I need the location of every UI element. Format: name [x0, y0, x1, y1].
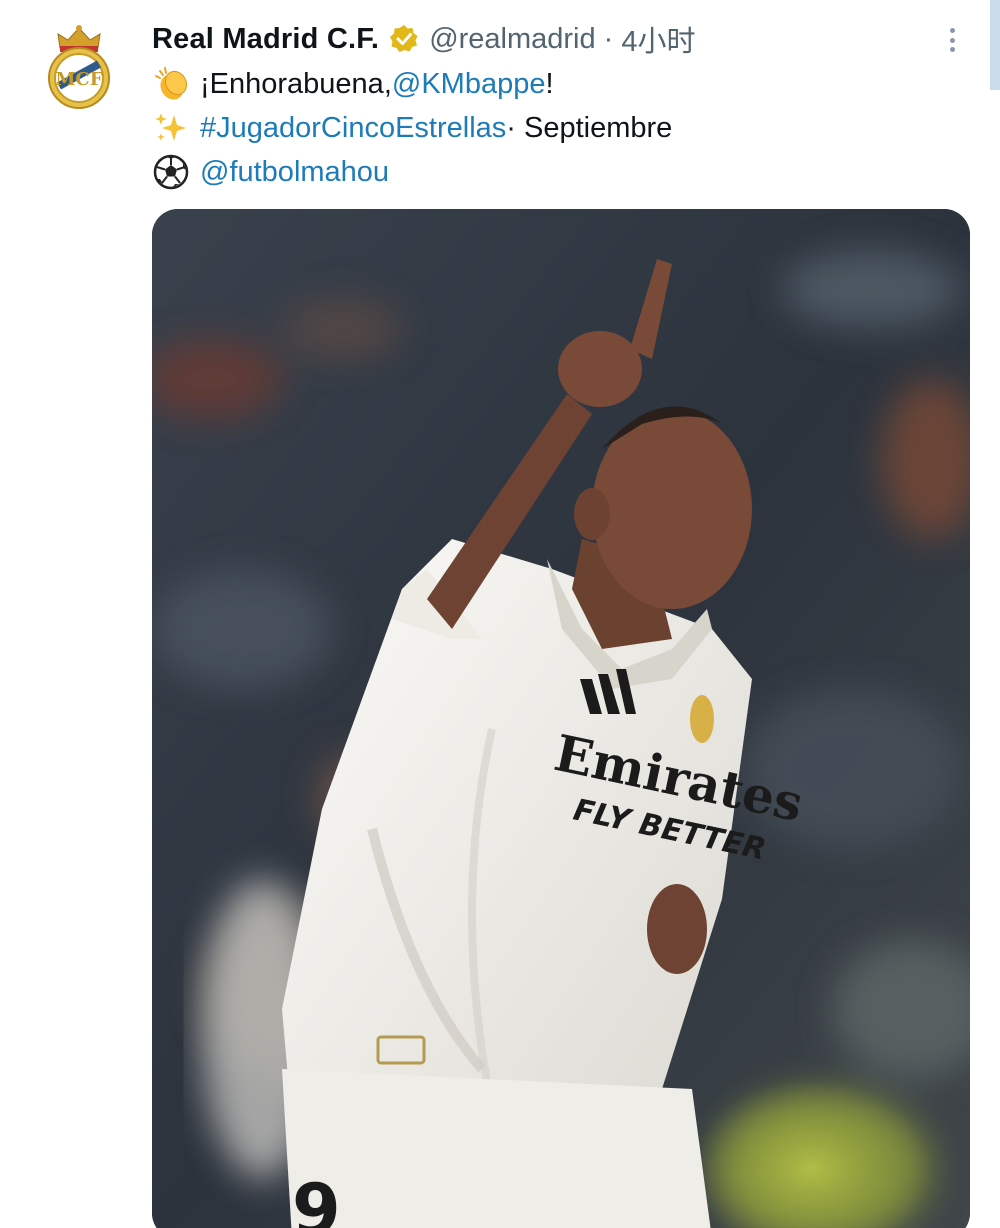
user-handle[interactable]: @realmadrid	[429, 23, 595, 56]
verified-badge-icon	[390, 25, 418, 52]
tweet-text: !	[545, 68, 554, 100]
soccer-ball-icon	[153, 154, 189, 190]
svg-text:MCF: MCF	[55, 69, 102, 90]
mention-futbolmahou-link[interactable]: @futbolmahou	[200, 152, 389, 192]
post-media-photo[interactable]: Emirates FLY BETTER 9	[152, 209, 970, 1228]
mention-kmbappe-link[interactable]: @KMbappe	[392, 64, 546, 104]
tweet-text-line-2: #JugadorCincoEstrellas · Septiembre	[152, 108, 672, 148]
tweet-text-line-1: ¡Enhorabuena, @KMbappe!	[152, 64, 554, 104]
tweet-text: ¡Enhorabuena,	[200, 68, 392, 100]
scrollbar[interactable]	[990, 0, 1000, 90]
real-madrid-crest-avatar[interactable]: MCF	[46, 22, 112, 112]
hashtag-jugador-link[interactable]: #JugadorCincoEstrellas	[200, 108, 506, 148]
separator-dot: ·	[603, 22, 614, 55]
clapping-hands-icon	[155, 67, 188, 100]
post-timestamp[interactable]: 4小时	[621, 18, 695, 60]
svg-text:9: 9	[292, 1169, 341, 1228]
tweet-header: Real Madrid C.F. @realmadrid · 4小时	[152, 18, 695, 60]
tweet-text: · Septiembre	[506, 112, 673, 144]
more-options-icon[interactable]	[940, 22, 964, 58]
tweet-text-line-3: @futbolmahou	[152, 152, 389, 192]
player-celebration-photo: Emirates FLY BETTER 9	[152, 209, 970, 1228]
sparkles-icon	[155, 113, 186, 141]
display-name[interactable]: Real Madrid C.F.	[152, 23, 379, 56]
tweet: MCF Real Madrid C.F. @realmadrid · 4小时 ¡…	[0, 0, 1000, 1228]
